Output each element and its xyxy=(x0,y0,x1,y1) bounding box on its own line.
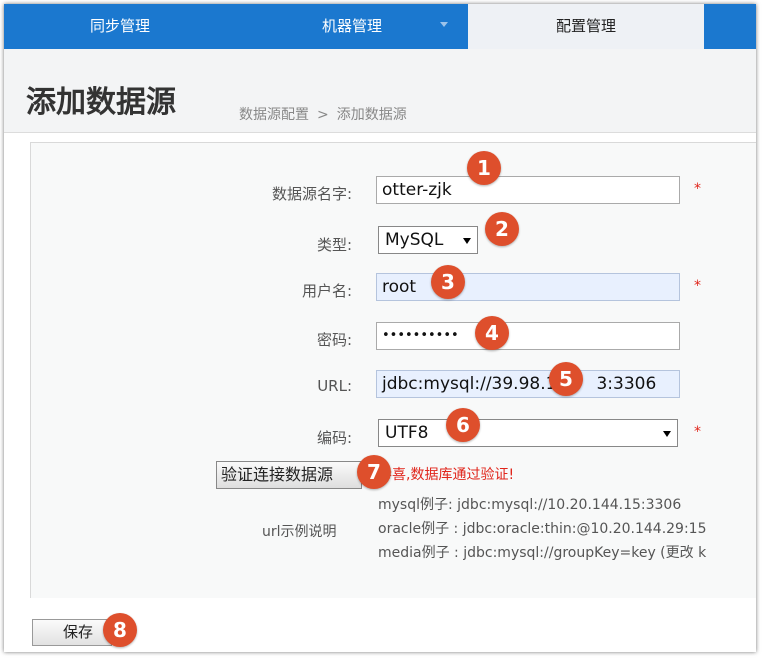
app-window: 同步管理 机器管理 配置管理 添加数据源 数据源配置 > 添加数据源 数据源名字: … xyxy=(4,4,756,652)
encoding-select-value: UTF8 xyxy=(385,423,429,443)
type-select-value: MySQL xyxy=(385,230,444,250)
verify-connection-button[interactable]: 验证连接数据源 xyxy=(216,461,362,489)
dropdown-caret-icon[interactable] xyxy=(440,22,448,27)
tab-sync-management[interactable]: 同步管理 xyxy=(4,4,236,49)
url-label: URL: xyxy=(317,377,352,395)
password-input[interactable]: •••••••••• xyxy=(376,322,680,350)
url-example-label: url示例说明 xyxy=(262,524,337,540)
encoding-select[interactable]: UTF8 xyxy=(378,419,678,447)
url-value-tail: 3:3306 xyxy=(596,374,657,394)
encoding-label: 编码: xyxy=(316,429,352,447)
required-mark: * xyxy=(694,424,701,440)
url-example-oracle: oracle例子 : jdbc:oracle:thin:@10.20.144.2… xyxy=(378,521,707,537)
datasource-name-input[interactable]: otter-zjk xyxy=(376,176,680,204)
page-header: 添加数据源 数据源配置 > 添加数据源 xyxy=(4,49,756,133)
annotation-badge-1: 1 xyxy=(467,151,501,185)
breadcrumb-separator: > xyxy=(317,107,329,123)
annotation-badge-2: 2 xyxy=(485,212,519,246)
datasource-name-label: 数据源名字: xyxy=(271,185,352,203)
type-label: 类型: xyxy=(316,236,352,254)
tab-config-management[interactable]: 配置管理 xyxy=(468,4,704,49)
save-button[interactable]: 保存 xyxy=(32,619,112,646)
required-mark: * xyxy=(694,278,701,294)
breadcrumb-item-add-datasource: 添加数据源 xyxy=(336,107,407,123)
verify-success-message: 恭喜,数据库通过验证! xyxy=(378,467,515,483)
url-input[interactable]: jdbc:mysql://39.98.1 3:3306 xyxy=(376,370,680,398)
tab-machine-management[interactable]: 机器管理 xyxy=(236,4,468,49)
annotation-badge-8: 8 xyxy=(103,613,137,647)
breadcrumb-item-datasource-config[interactable]: 数据源配置 xyxy=(239,107,309,123)
password-label: 密码: xyxy=(316,331,352,349)
top-nav: 同步管理 机器管理 配置管理 xyxy=(4,4,756,49)
select-arrow-icon xyxy=(663,431,671,437)
annotation-badge-4: 4 xyxy=(475,316,509,350)
url-example-mysql: mysql例子: jdbc:mysql://10.20.144.15:3306 xyxy=(378,497,682,513)
type-select[interactable]: MySQL xyxy=(378,226,478,254)
page-title: 添加数据源 xyxy=(26,85,176,120)
url-example-media: media例子 : jdbc:mysql://groupKey=key (更改 … xyxy=(378,545,707,561)
annotation-badge-6: 6 xyxy=(446,408,480,442)
username-input[interactable]: root xyxy=(376,273,680,301)
required-mark: * xyxy=(694,181,701,197)
select-arrow-icon xyxy=(463,238,471,244)
url-value: jdbc:mysql://39.98.1 xyxy=(382,374,557,394)
annotation-badge-7: 7 xyxy=(357,455,391,489)
annotation-badge-3: 3 xyxy=(431,265,465,299)
annotation-badge-5: 5 xyxy=(549,362,583,396)
username-label: 用户名: xyxy=(301,282,352,300)
breadcrumb: 数据源配置 > 添加数据源 xyxy=(239,104,407,124)
